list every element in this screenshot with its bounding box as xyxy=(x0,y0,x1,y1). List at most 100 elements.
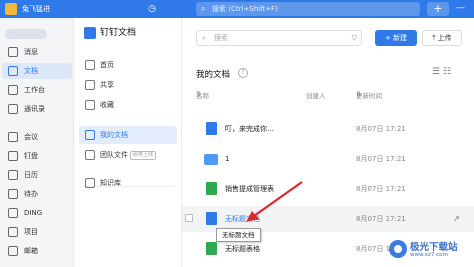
file-mtime: 8月07日 17:21 xyxy=(356,185,406,193)
document-icon xyxy=(8,66,18,76)
rail-item-label: 通讯录 xyxy=(24,105,45,113)
meeting-icon xyxy=(8,132,18,142)
file-mtime: 8月07日 17:21 xyxy=(356,125,406,133)
folder-icon xyxy=(204,154,218,165)
rail-item-label: 工作台 xyxy=(24,86,45,94)
book-icon xyxy=(85,178,95,188)
nav-item-shared[interactable]: 共享 xyxy=(79,76,177,94)
file-name[interactable]: 销售提成管理表 xyxy=(225,176,274,202)
doc-search-placeholder: 搜索 xyxy=(214,34,228,42)
sort-icon: ⇅ xyxy=(196,90,202,98)
rail-item-workbench[interactable]: 工作台 xyxy=(2,82,72,98)
rail-item-ding[interactable]: DING xyxy=(2,205,72,221)
nav-item-favorites[interactable]: 收藏 xyxy=(79,96,177,114)
contacts-icon xyxy=(8,104,18,114)
docs-title: 钉钉文档 xyxy=(80,24,180,42)
drive-icon xyxy=(8,151,18,161)
file-mtime: 8月07日 17:21 xyxy=(356,215,406,223)
table-row[interactable]: 销售提成管理表 8月07日 17:21 xyxy=(182,176,474,202)
open-external-icon[interactable]: ↗ xyxy=(453,206,460,232)
grid-icon xyxy=(8,85,18,95)
rail-item-label: 钉盘 xyxy=(24,152,38,160)
rail-item-contacts[interactable]: 通讯录 xyxy=(2,101,72,117)
nav-item-home[interactable]: 首页 xyxy=(79,56,177,74)
title-bar: 兔飞猛进 ◷ ⌕ 搜索 (Ctrl+Shift+F) + — xyxy=(0,0,474,18)
doc-file-icon xyxy=(206,212,217,225)
rail-item-calendar[interactable]: 日历 xyxy=(2,167,72,183)
upload-icon: ⤒ xyxy=(432,34,436,42)
nav-item-team-files[interactable]: 团队文件 即将上线 xyxy=(79,146,177,164)
upload-label: 上传 xyxy=(437,34,452,42)
view-toolbar: ☰ ☷ xyxy=(432,67,451,77)
user-name[interactable]: 兔飞猛进 xyxy=(22,3,50,15)
folder-icon xyxy=(85,130,95,140)
star-icon xyxy=(85,100,95,110)
rail-item-label: 日历 xyxy=(24,171,38,179)
rail-item-label: 消息 xyxy=(24,48,38,56)
add-button[interactable]: + xyxy=(427,2,449,16)
rail-item-label: 会议 xyxy=(24,133,38,141)
list-view-icon[interactable]: ☰ xyxy=(432,67,440,77)
org-name-placeholder xyxy=(5,29,47,39)
sort-icon: ⇅ xyxy=(356,90,362,98)
nav-item-label: 我的文档 xyxy=(100,131,128,139)
table-row[interactable]: 叮，来完成你… 8月07日 17:21 xyxy=(182,116,474,142)
file-name-tooltip: 无标题文档 xyxy=(216,228,261,242)
file-name[interactable]: 1 xyxy=(225,146,229,172)
rail-item-meeting[interactable]: 会议 xyxy=(2,129,72,145)
search-icon: ⌕ xyxy=(201,4,206,13)
rail-item-messages[interactable]: 消息 xyxy=(2,44,72,60)
ding-icon xyxy=(8,208,18,218)
mail-icon xyxy=(8,246,18,256)
rail-item-mail[interactable]: 邮箱 xyxy=(2,243,72,259)
rail-item-drive[interactable]: 钉盘 xyxy=(2,148,72,164)
message-icon xyxy=(8,47,18,57)
docs-title-text: 钉钉文档 xyxy=(100,28,137,38)
minimize-button[interactable]: — xyxy=(456,2,465,15)
search-icon: ⌕ xyxy=(202,34,206,42)
share-icon xyxy=(85,80,95,90)
team-icon xyxy=(85,150,95,160)
rail-item-label: 待办 xyxy=(24,190,38,198)
section-title: 我的文档 xyxy=(196,70,231,80)
site-watermark: 极光下载站 www.xz7.com xyxy=(389,236,473,266)
global-search-placeholder: 搜索 (Ctrl+Shift+F) xyxy=(212,5,278,13)
nav-item-knowledge-base[interactable]: 知识库 xyxy=(79,174,177,192)
project-icon xyxy=(8,227,18,237)
filter-icon[interactable]: ▽ xyxy=(352,31,357,45)
rail-item-todo[interactable]: 待办 xyxy=(2,186,72,202)
new-button[interactable]: + 新建 xyxy=(375,30,417,46)
rail-item-label: 文档 xyxy=(24,67,38,75)
watermark-url: www.xz7.com xyxy=(410,252,448,258)
rail-item-projects[interactable]: 项目 xyxy=(2,224,72,240)
rail-item-label: DING xyxy=(24,209,43,217)
watermark-text: 极光下载站 xyxy=(410,242,458,253)
watermark-logo-icon xyxy=(389,240,407,258)
app-rail: 消息 文档 工作台 通讯录 会议 钉盘 日历 待办 DING 项目 邮箱 xyxy=(0,18,74,267)
nav-item-label: 收藏 xyxy=(100,101,114,109)
rail-item-label: 邮箱 xyxy=(24,247,38,255)
user-avatar[interactable] xyxy=(5,3,17,15)
file-name[interactable]: 叮，来完成你… xyxy=(225,116,274,142)
nav-item-label: 知识库 xyxy=(100,179,121,187)
rail-item-label: 项目 xyxy=(24,228,38,236)
table-row[interactable]: 1 8月07日 17:21 xyxy=(182,146,474,172)
checklist-icon xyxy=(8,189,18,199)
table-header: 名称 ⇅ 创建人 更新时间 ⇅ xyxy=(196,90,466,102)
grid-view-icon[interactable]: ☷ xyxy=(443,67,451,77)
column-creator-header[interactable]: 创建人 xyxy=(306,90,326,100)
help-icon[interactable]: ? xyxy=(238,68,248,78)
nav-item-label: 首页 xyxy=(100,61,114,69)
doc-search-input[interactable]: ⌕ 搜索 ▽ xyxy=(196,30,362,46)
nav-item-my-docs[interactable]: 我的文档 xyxy=(79,126,177,144)
dingtalk-docs-icon xyxy=(84,27,96,39)
doc-file-icon xyxy=(206,122,217,135)
upload-button[interactable]: ⤒ 上传 xyxy=(422,30,462,46)
rail-item-docs[interactable]: 文档 xyxy=(2,63,72,79)
coming-soon-badge: 即将上线 xyxy=(130,150,157,160)
home-icon xyxy=(85,60,95,70)
docs-sidebar: 钉钉文档 首页 共享 收藏 我的文档 团队文件 即将上线 知识库 xyxy=(74,18,182,267)
history-icon[interactable]: ◷ xyxy=(146,3,158,15)
row-checkbox[interactable] xyxy=(185,214,193,222)
global-search-input[interactable]: ⌕ 搜索 (Ctrl+Shift+F) xyxy=(196,2,420,16)
